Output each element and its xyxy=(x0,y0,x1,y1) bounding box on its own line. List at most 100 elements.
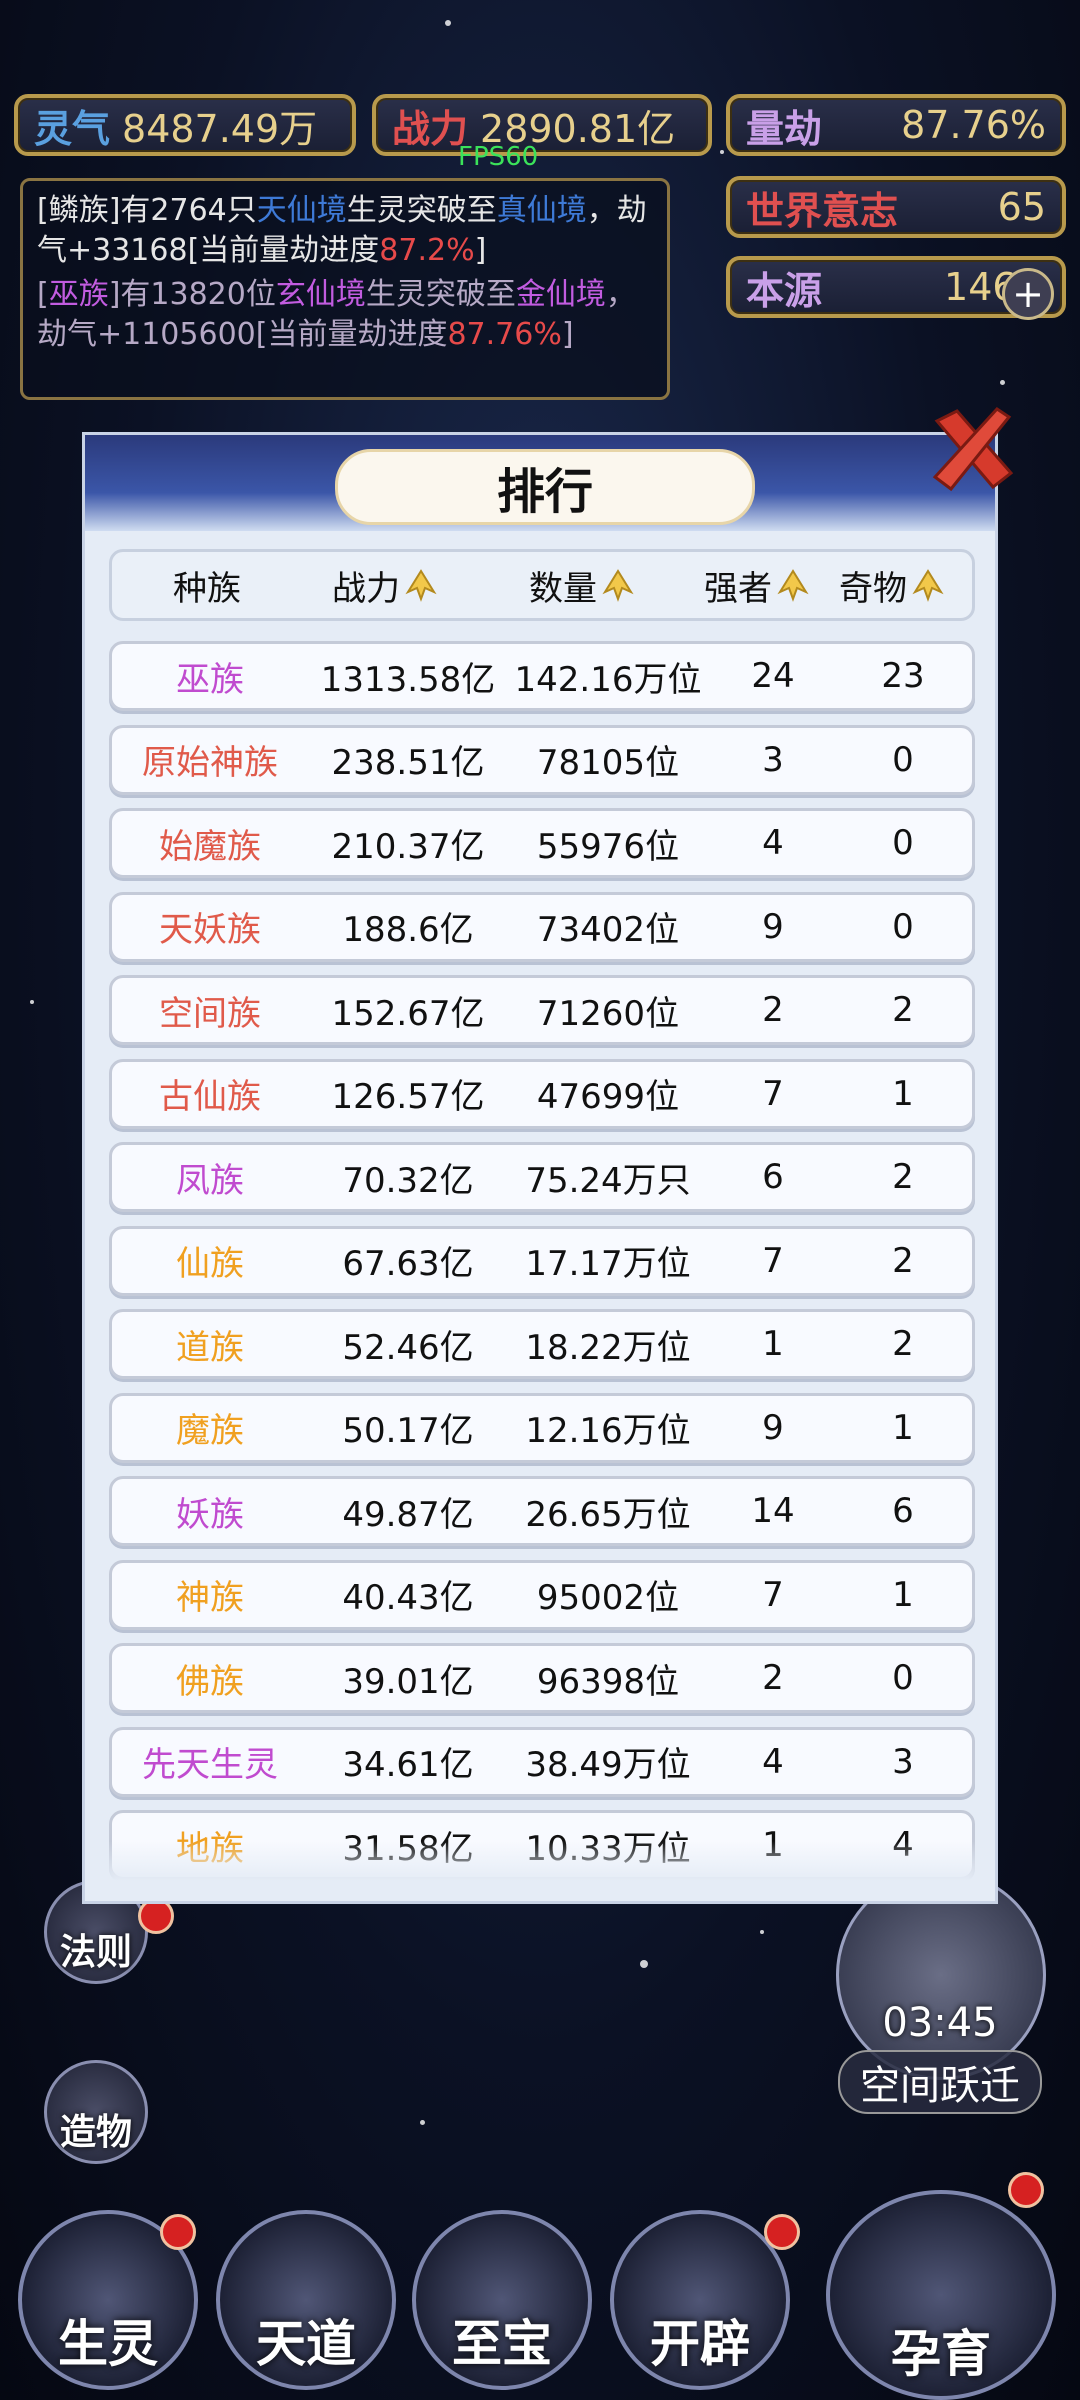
row-race: 妖族 xyxy=(176,1494,244,1535)
row-race: 原始神族 xyxy=(142,743,278,783)
row-power: 238.51亿 xyxy=(331,743,485,783)
shijie-stat: 世界意志 65 xyxy=(726,176,1066,238)
row-items: 2 xyxy=(892,1157,914,1197)
row-strong: 6 xyxy=(762,1157,784,1197)
close-icon xyxy=(932,407,1014,492)
faze-label: 法则 xyxy=(59,1932,132,1973)
row-power: 52.46亿 xyxy=(342,1327,474,1368)
add-benyuan-button[interactable]: + xyxy=(1002,268,1054,320)
sort-strong-button[interactable]: 强者 xyxy=(697,552,817,618)
row-strong: 3 xyxy=(762,739,784,780)
ranking-row[interactable]: 凤族 70.32亿 75.24万只 6 2 xyxy=(109,1142,975,1212)
row-power: 152.67亿 xyxy=(331,993,485,1034)
header-race: 种族 xyxy=(132,552,282,618)
ranking-row[interactable]: 原始神族 238.51亿 78105位 3 0 xyxy=(109,724,975,795)
log-text: 87.76% xyxy=(447,317,562,352)
ranking-row[interactable]: 天妖族 188.6亿 73402位 9 0 xyxy=(109,891,975,962)
shijie-value: 65 xyxy=(997,185,1046,229)
log-text: [鳞族]有2764只 xyxy=(37,193,257,228)
header-label: 种族 xyxy=(173,568,241,609)
leap-timer: 03:45 xyxy=(882,2000,998,2046)
yunyu-button[interactable]: 孕育 xyxy=(826,2190,1056,2400)
ranking-row[interactable]: 神族 40.43亿 95002位 7 1 xyxy=(109,1559,975,1630)
ranking-row[interactable]: 空间族 152.67亿 71260位 2 2 xyxy=(109,975,975,1045)
row-strong: 14 xyxy=(751,1491,795,1531)
leap-button[interactable]: 空间跃迁 xyxy=(838,2050,1042,2114)
row-strong: 2 xyxy=(762,990,784,1030)
kaipi-button[interactable]: 开辟 xyxy=(610,2210,790,2390)
tiandao-button[interactable]: 天道 xyxy=(216,2210,396,2390)
notification-dot xyxy=(764,2214,800,2250)
zhanli-label: 战力 xyxy=(392,106,469,151)
close-button[interactable] xyxy=(923,399,1023,499)
row-race: 魔族 xyxy=(176,1411,244,1451)
row-race: 天妖族 xyxy=(159,910,261,950)
row-power: 1313.58亿 xyxy=(320,659,496,700)
log-text: 真仙境 xyxy=(496,193,587,228)
log-text: 玄仙境 xyxy=(275,277,366,312)
row-items: 2 xyxy=(892,990,914,1030)
zaowu-label: 造物 xyxy=(59,2112,132,2153)
row-power: 126.57亿 xyxy=(331,1077,485,1117)
log-text: 金仙境 xyxy=(515,277,606,312)
ranking-row[interactable]: 巫族 1313.58亿 142.16万位 24 23 xyxy=(109,641,975,711)
sort-power-button[interactable]: 战力 xyxy=(300,552,470,618)
yunyu-label: 孕育 xyxy=(891,2325,991,2383)
row-race: 始魔族 xyxy=(159,826,261,867)
row-race: 神族 xyxy=(176,1578,244,1618)
ranking-row[interactable]: 仙族 67.63亿 17.17万位 7 2 xyxy=(109,1225,975,1296)
sort-arrow-icon xyxy=(602,569,634,602)
row-strong: 24 xyxy=(751,656,795,696)
log-text: ] xyxy=(474,233,487,268)
ranking-list[interactable]: 巫族 1313.58亿 142.16万位 24 23 原始神族 238.51亿 78105位 3… xyxy=(109,641,975,1881)
row-race: 佛族 xyxy=(176,1661,244,1702)
ranking-row[interactable]: 始魔族 210.37亿 55976位 4 0 xyxy=(109,808,975,878)
row-items: 0 xyxy=(892,906,914,947)
event-log: [鳞族]有2764只天仙境生灵突破至真仙境，劫气+33168[当前量劫进度87.… xyxy=(20,178,670,400)
sort-count-button[interactable]: 数量 xyxy=(492,552,672,618)
row-race: 仙族 xyxy=(176,1244,244,1284)
ranking-panel: 排行 种族 战力 数量 强者 奇物 巫族 1313.58亿 142.16万位 24 23… xyxy=(82,407,1014,1904)
sort-arrow-icon xyxy=(777,569,809,602)
lingqi-stat: 灵气 8487.49万 xyxy=(14,94,356,156)
zaowu-button[interactable]: 造物 xyxy=(44,2060,148,2164)
row-race: 古仙族 xyxy=(159,1077,261,1117)
row-count: 96398位 xyxy=(536,1661,680,1702)
plus-icon: + xyxy=(1012,272,1044,316)
row-strong: 4 xyxy=(762,1741,784,1782)
row-items: 0 xyxy=(892,823,914,863)
row-items: 0 xyxy=(892,1658,914,1698)
row-power: 34.61亿 xyxy=(342,1745,474,1785)
row-race: 先天生灵 xyxy=(142,1745,278,1785)
row-items: 3 xyxy=(892,1741,914,1782)
ranking-row[interactable]: 道族 52.46亿 18.22万位 1 2 xyxy=(109,1309,975,1379)
row-power: 210.37亿 xyxy=(331,826,485,867)
log-text: 生灵突破至 xyxy=(365,277,516,312)
row-power: 50.17亿 xyxy=(342,1411,474,1451)
zhibao-button[interactable]: 至宝 xyxy=(412,2210,592,2390)
ranking-row[interactable]: 妖族 49.87亿 26.65万位 14 6 xyxy=(109,1476,975,1546)
sort-items-button[interactable]: 奇物 xyxy=(827,552,957,618)
row-count: 78105位 xyxy=(536,743,680,783)
log-text: 巫族 xyxy=(48,277,109,312)
row-count: 17.17万位 xyxy=(525,1244,691,1284)
row-power: 39.01亿 xyxy=(342,1661,474,1702)
row-items: 1 xyxy=(892,1407,914,1448)
row-count: 38.49万位 xyxy=(525,1745,691,1785)
log-text: 87.2% xyxy=(379,233,475,268)
ranking-row[interactable]: 佛族 39.01亿 96398位 2 0 xyxy=(109,1643,975,1713)
ranking-row[interactable]: 魔族 50.17亿 12.16万位 9 1 xyxy=(109,1392,975,1463)
row-items: 2 xyxy=(892,1240,914,1281)
row-race: 空间族 xyxy=(159,993,261,1034)
liangjie-value: 87.76% xyxy=(901,103,1046,147)
sort-arrow-icon xyxy=(912,569,944,602)
benyuan-stat: 本源 146 + xyxy=(726,256,1066,320)
shijie-label: 世界意志 xyxy=(746,188,899,233)
ranking-row[interactable]: 先天生灵 34.61亿 38.49万位 4 3 xyxy=(109,1726,975,1797)
zhibao-label: 至宝 xyxy=(452,2315,552,2373)
liangjie-stat: 量劫 87.76% xyxy=(726,94,1066,156)
ranking-row[interactable]: 古仙族 126.57亿 47699位 7 1 xyxy=(109,1058,975,1129)
header-label: 数量 xyxy=(529,568,597,609)
row-strong: 4 xyxy=(762,823,784,863)
shengling-label: 生灵 xyxy=(58,2315,158,2373)
